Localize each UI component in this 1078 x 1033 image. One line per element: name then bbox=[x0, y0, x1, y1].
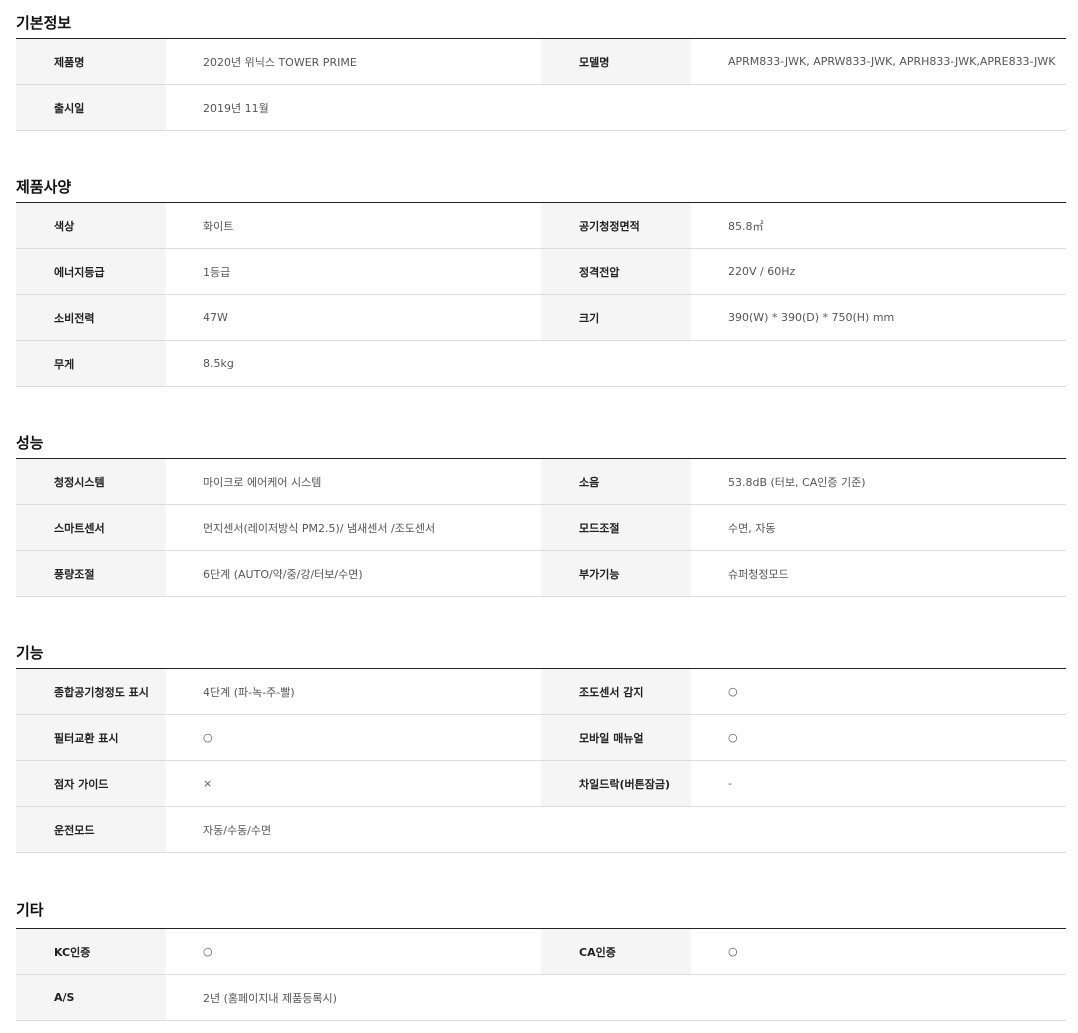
table-row: 색상 화이트 공기청정면적 85.8㎡ bbox=[16, 203, 1066, 249]
spec-value: 2년 (홈페이지내 제품등록시) bbox=[203, 991, 337, 1005]
spec-value: ○ bbox=[728, 731, 738, 744]
spec-label: KC인증 bbox=[16, 929, 166, 974]
spec-value: - bbox=[728, 777, 732, 790]
spec-label: 소비전력 bbox=[16, 295, 166, 340]
table-row: 점자 가이드 × 차일드락(버튼잠금) - bbox=[16, 761, 1066, 807]
spec-label: 청정시스템 bbox=[16, 459, 166, 504]
spec-label: 색상 bbox=[16, 203, 166, 248]
spec-table: 색상 화이트 공기청정면적 85.8㎡ 에너지등급 1등급 정격전압 220V … bbox=[16, 202, 1066, 387]
spec-value: ○ bbox=[203, 945, 213, 958]
spec-value: 자동/수동/수면 bbox=[203, 823, 272, 837]
spec-label: 스마트센서 bbox=[16, 505, 166, 550]
spec-label: 차일드락(버튼잠금) bbox=[541, 761, 691, 806]
spec-label: 공기청정면적 bbox=[541, 203, 691, 248]
spec-value: 390(W) * 390(D) * 750(H) mm bbox=[728, 311, 895, 324]
table-row: 제품명 2020년 위닉스 TOWER PRIME 모델명 APRM833-JW… bbox=[16, 39, 1066, 85]
spec-label: 무게 bbox=[16, 341, 166, 386]
spec-value: 먼지센서(레이저방식 PM2.5)/ 냄새센서 /조도센서 bbox=[203, 521, 436, 535]
section-title: 기능 bbox=[16, 644, 44, 662]
table-row: A/S 2년 (홈페이지내 제품등록시) bbox=[16, 975, 1066, 1021]
table-row: 청정시스템 마이크로 에어케어 시스템 소음 53.8dB (터보, CA인증 … bbox=[16, 459, 1066, 505]
table-row: 필터교환 표시 ○ 모바일 매뉴얼 ○ bbox=[16, 715, 1066, 761]
table-row: 종합공기청정도 표시 4단계 (파-녹-주-빨) 조도센서 감지 ○ bbox=[16, 669, 1066, 715]
spec-value: ○ bbox=[728, 945, 738, 958]
spec-value: × bbox=[203, 777, 213, 790]
spec-label: 모바일 매뉴얼 bbox=[541, 715, 691, 760]
spec-label: A/S bbox=[16, 975, 166, 1020]
table-row: 무게 8.5kg bbox=[16, 341, 1066, 387]
spec-table: 제품명 2020년 위닉스 TOWER PRIME 모델명 APRM833-JW… bbox=[16, 38, 1066, 131]
section-title: 기타 bbox=[16, 901, 44, 919]
spec-label: 출시일 bbox=[16, 85, 166, 130]
spec-value: 8.5kg bbox=[203, 357, 234, 370]
table-row: 풍량조절 6단계 (AUTO/약/중/강/터보/수면) 부가기능 슈퍼청정모드 bbox=[16, 551, 1066, 597]
spec-value: 53.8dB (터보, CA인증 기준) bbox=[728, 475, 866, 489]
spec-value: 화이트 bbox=[203, 219, 234, 233]
spec-value: 47W bbox=[203, 311, 228, 324]
table-row: 에너지등급 1등급 정격전압 220V / 60Hz bbox=[16, 249, 1066, 295]
spec-label: 점자 가이드 bbox=[16, 761, 166, 806]
table-row: 출시일 2019년 11월 bbox=[16, 85, 1066, 131]
spec-label: 크기 bbox=[541, 295, 691, 340]
spec-table: KC인증 ○ CA인증 ○ A/S 2년 (홈페이지내 제품등록시) bbox=[16, 928, 1066, 1021]
spec-value: 85.8㎡ bbox=[728, 219, 764, 233]
spec-label: CA인증 bbox=[541, 929, 691, 974]
spec-value: 2019년 11월 bbox=[203, 101, 269, 115]
spec-value: 2020년 위닉스 TOWER PRIME bbox=[203, 55, 357, 69]
spec-value: APRM833-JWK, APRW833-JWK, APRH833-JWK,AP… bbox=[728, 55, 1056, 68]
spec-label: 모델명 bbox=[541, 39, 691, 84]
spec-label: 에너지등급 bbox=[16, 249, 166, 294]
spec-label: 제품명 bbox=[16, 39, 166, 84]
spec-value: 마이크로 에어케어 시스템 bbox=[203, 475, 322, 489]
spec-value: 1등급 bbox=[203, 265, 231, 279]
spec-label: 종합공기청정도 표시 bbox=[16, 669, 166, 714]
spec-label: 풍량조절 bbox=[16, 551, 166, 596]
spec-label: 필터교환 표시 bbox=[16, 715, 166, 760]
table-row: 스마트센서 먼지센서(레이저방식 PM2.5)/ 냄새센서 /조도센서 모드조절… bbox=[16, 505, 1066, 551]
section-title: 제품사양 bbox=[16, 178, 72, 196]
spec-label: 운전모드 bbox=[16, 807, 166, 852]
spec-table: 종합공기청정도 표시 4단계 (파-녹-주-빨) 조도센서 감지 ○ 필터교환 … bbox=[16, 668, 1066, 853]
table-row: 운전모드 자동/수동/수면 bbox=[16, 807, 1066, 853]
spec-value: ○ bbox=[203, 731, 213, 744]
section-title: 기본정보 bbox=[16, 14, 72, 32]
spec-label: 모드조절 bbox=[541, 505, 691, 550]
spec-value: 수면, 자동 bbox=[728, 521, 776, 535]
spec-value: ○ bbox=[728, 685, 738, 698]
spec-label: 조도센서 감지 bbox=[541, 669, 691, 714]
spec-label: 정격전압 bbox=[541, 249, 691, 294]
table-row: KC인증 ○ CA인증 ○ bbox=[16, 929, 1066, 975]
spec-value: 220V / 60Hz bbox=[728, 265, 796, 278]
spec-label: 소음 bbox=[541, 459, 691, 504]
table-row: 소비전력 47W 크기 390(W) * 390(D) * 750(H) mm bbox=[16, 295, 1066, 341]
spec-value: 6단계 (AUTO/약/중/강/터보/수면) bbox=[203, 567, 363, 581]
section-title: 성능 bbox=[16, 434, 44, 452]
spec-value: 4단계 (파-녹-주-빨) bbox=[203, 685, 295, 699]
spec-table: 청정시스템 마이크로 에어케어 시스템 소음 53.8dB (터보, CA인증 … bbox=[16, 458, 1066, 597]
spec-label: 부가기능 bbox=[541, 551, 691, 596]
spec-value: 슈퍼청정모드 bbox=[728, 567, 789, 581]
